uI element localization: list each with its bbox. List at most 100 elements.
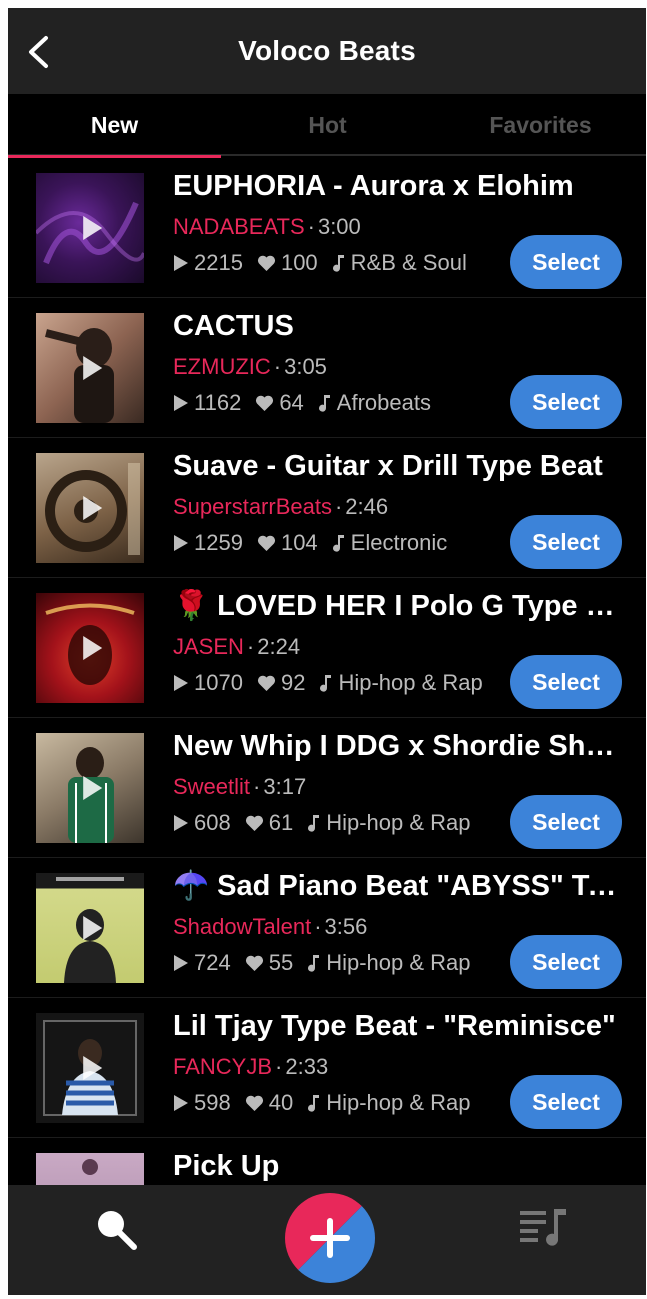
back-button[interactable] (20, 34, 56, 70)
tab-favorites[interactable]: Favorites (434, 94, 646, 156)
play-icon (83, 496, 103, 520)
meta-separator: · (253, 774, 261, 799)
beat-artwork[interactable] (36, 733, 144, 843)
beat-artist[interactable]: JASEN (173, 634, 244, 659)
select-button[interactable]: Select (510, 795, 622, 849)
play-count: 1162 (194, 390, 242, 415)
beat-artist[interactable]: NADABEATS (173, 214, 305, 239)
meta-separator: · (334, 494, 343, 519)
music-note-icon (320, 675, 332, 692)
play-count-icon (174, 675, 188, 691)
beat-genre: R&B & Soul (350, 250, 467, 275)
play-count: 608 (194, 810, 231, 835)
select-button[interactable]: Select (510, 235, 622, 289)
add-button[interactable] (285, 1193, 375, 1283)
meta-separator: · (275, 1054, 283, 1079)
select-button[interactable]: Select (510, 935, 622, 989)
beat-artwork[interactable] (36, 593, 144, 703)
music-note-icon (318, 395, 330, 412)
tab-new[interactable]: New (8, 94, 221, 158)
like-count: 55 (268, 950, 294, 975)
play-count: 1259 (194, 530, 243, 555)
beat-title: Pick Up (173, 1150, 280, 1182)
music-note-icon (332, 255, 344, 272)
heart-icon (257, 255, 276, 271)
beat-row[interactable]: EUPHORIA - Aurora x Elohim NADABEATS · 3:0… (8, 158, 646, 298)
select-button[interactable]: Select (510, 375, 622, 429)
tab-hot[interactable]: Hot (221, 94, 434, 156)
meta-separator: · (307, 214, 315, 239)
like-count: 100 (280, 250, 318, 275)
select-button[interactable]: Select (510, 1075, 622, 1129)
meta-separator: · (246, 634, 255, 659)
beat-artwork[interactable] (36, 873, 144, 983)
beat-duration: 2:24 (257, 634, 301, 659)
heart-icon (245, 955, 263, 971)
beat-row[interactable]: CACTUS EZMUZIC · 3:05 1162 64 Afrobeats Se… (8, 298, 646, 438)
select-button[interactable]: Select (510, 655, 622, 709)
music-queue-icon (520, 1209, 566, 1246)
play-count-icon (174, 395, 188, 411)
beat-duration: 2:33 (285, 1054, 329, 1079)
heart-icon (245, 815, 263, 831)
beat-duration: 3:56 (324, 914, 368, 939)
play-count: 598 (194, 1090, 231, 1115)
play-icon (83, 776, 103, 800)
beat-title: Suave - Guitar x Drill Type Beat (173, 450, 603, 482)
play-count: 1070 (194, 670, 243, 695)
chevron-left-icon (29, 36, 48, 68)
beat-genre: Hip-hop & Rap (326, 1090, 471, 1115)
artwork-image (82, 1159, 98, 1175)
beat-artist[interactable]: Sweetlit (173, 774, 250, 799)
music-note-icon (332, 535, 344, 552)
beat-row[interactable]: New Whip I DDG x Shordie Shordie Sweetli… (8, 718, 646, 858)
beat-list: EUPHORIA - Aurora x Elohim NADABEATS · 3:0… (8, 158, 646, 1185)
beat-artwork[interactable] (36, 173, 144, 283)
beat-info: Pick Up (173, 1148, 633, 1184)
play-icon (83, 356, 103, 380)
beat-artwork[interactable] (36, 1153, 144, 1185)
beat-artist[interactable]: EZMUZIC (173, 354, 271, 379)
play-count-icon (174, 955, 188, 971)
beat-artist[interactable]: SuperstarrBeats (173, 494, 332, 519)
beat-title: Lil Tjay Type Beat - "Reminisce" (173, 1010, 616, 1042)
beat-genre: Hip-hop & Rap (326, 950, 471, 975)
play-count-icon (174, 255, 188, 271)
like-count: 61 (268, 810, 294, 835)
beat-artwork[interactable] (36, 313, 144, 423)
search-button[interactable] (92, 1205, 140, 1253)
beat-title: New Whip I DDG x Shordie Shordie (173, 730, 625, 762)
beat-artwork[interactable] (36, 453, 144, 563)
page-title: Voloco Beats (238, 35, 416, 66)
like-count: 92 (280, 670, 306, 695)
beat-duration: 2:46 (345, 494, 389, 519)
like-count: 40 (268, 1090, 294, 1115)
music-note-icon (308, 955, 320, 972)
play-icon (83, 916, 103, 940)
beat-artwork[interactable] (36, 1013, 144, 1123)
beat-row[interactable]: Lil Tjay Type Beat - "Reminisce" FANCYJB… (8, 998, 646, 1138)
play-count-icon (174, 815, 188, 831)
beat-duration: 3:05 (284, 354, 327, 379)
beat-title: EUPHORIA - Aurora x Elohim (173, 170, 574, 202)
meta-separator: · (273, 354, 282, 379)
play-icon (83, 636, 103, 660)
select-button[interactable]: Select (510, 515, 622, 569)
beat-row[interactable]: Pick Up (8, 1138, 646, 1185)
search-icon (98, 1211, 137, 1250)
meta-separator: · (314, 914, 322, 939)
beat-row[interactable]: Suave - Guitar x Drill Type Beat Superst… (8, 438, 646, 578)
beat-genre: Electronic (350, 530, 448, 555)
beat-artist[interactable]: FANCYJB (173, 1054, 272, 1079)
heart-icon (245, 1095, 263, 1111)
beat-row[interactable]: ☂️ Sad Piano Beat "ABYSS" Type Beat Shad… (8, 858, 646, 998)
queue-button[interactable] (518, 1205, 568, 1251)
heart-icon (256, 395, 274, 411)
like-count: 104 (280, 530, 318, 555)
header-bar: Voloco Beats (8, 8, 646, 94)
heart-icon (257, 535, 276, 551)
beat-duration: 3:17 (263, 774, 307, 799)
play-icon (83, 216, 103, 240)
beat-row[interactable]: 🌹 LOVED HER I Polo G Type Beat JASEN · 2:2… (8, 578, 646, 718)
beat-artist[interactable]: ShadowTalent (173, 914, 311, 939)
